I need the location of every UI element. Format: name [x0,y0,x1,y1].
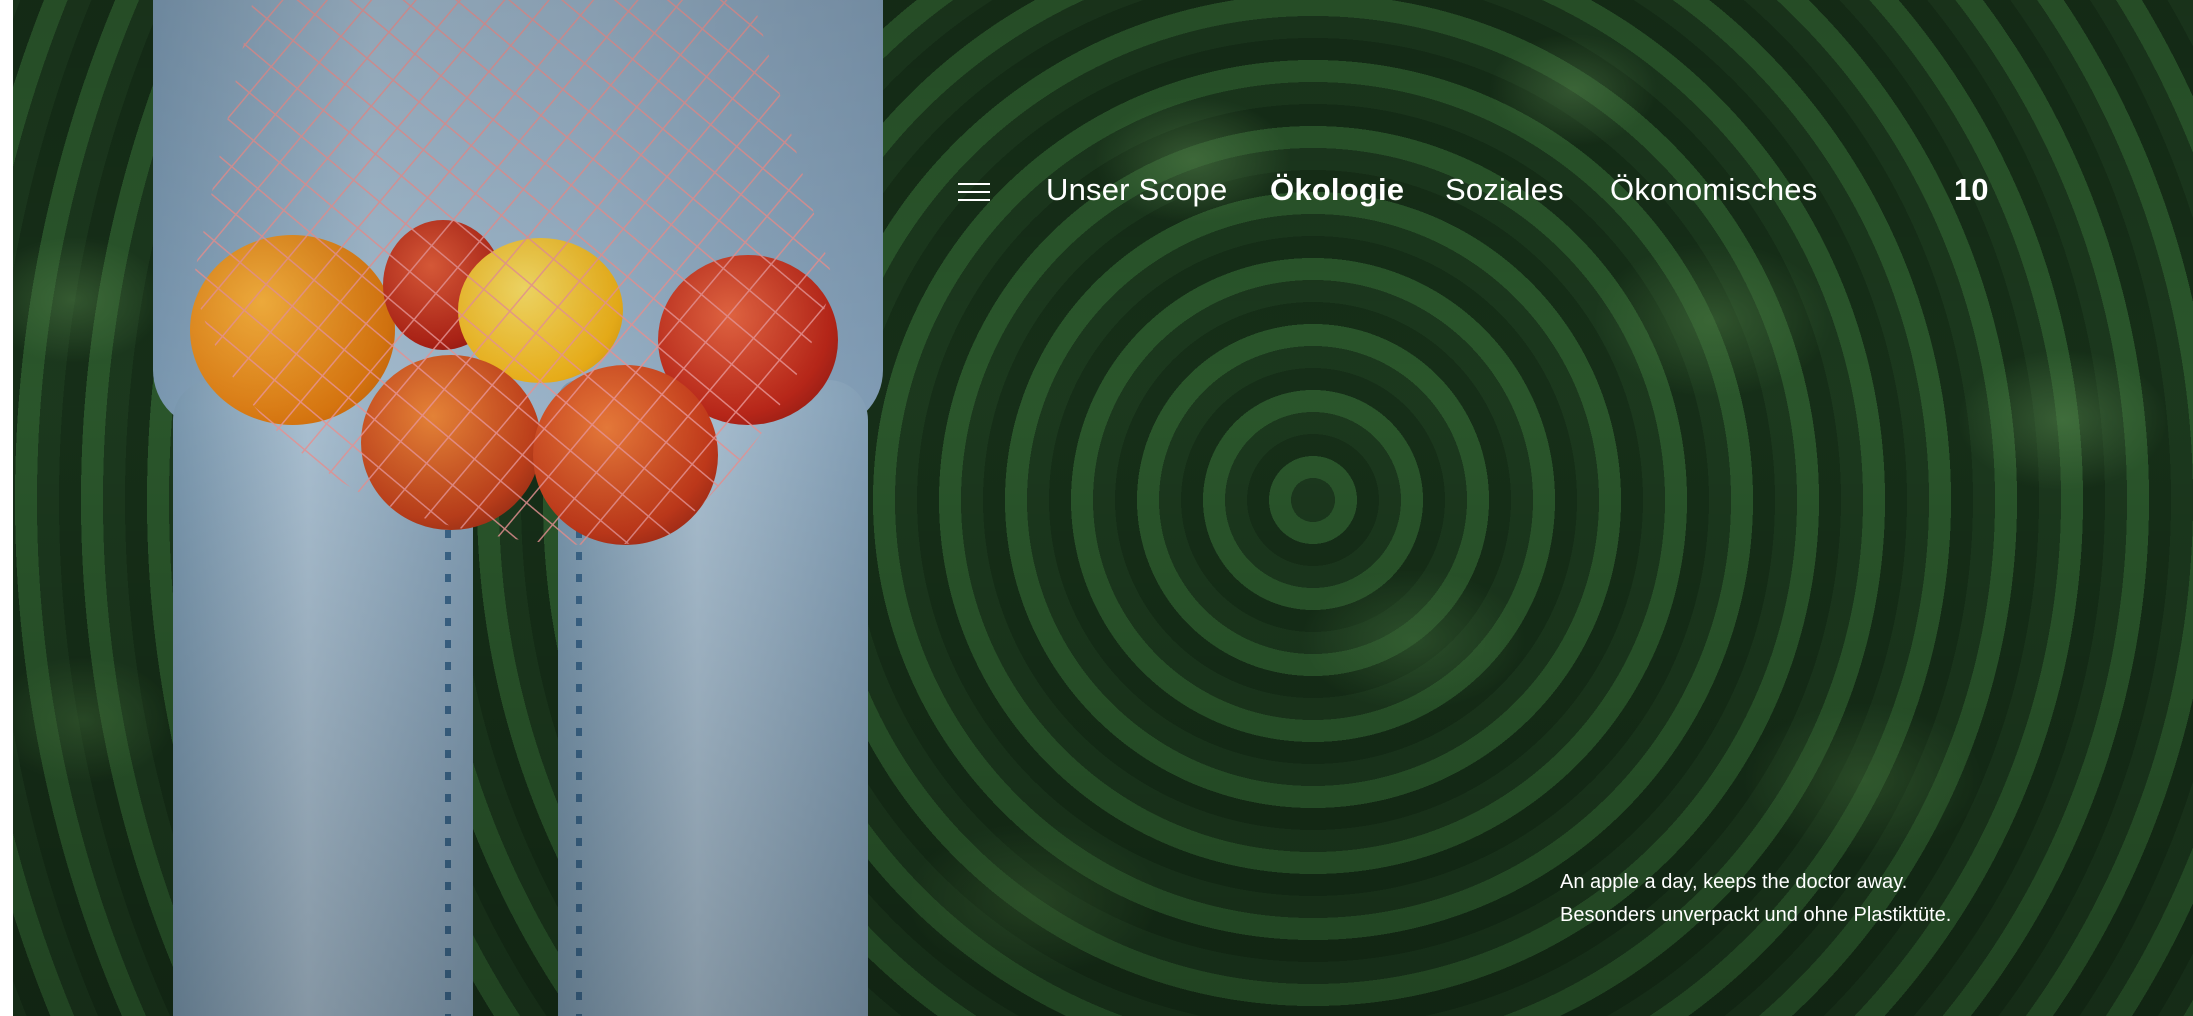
nav-item-oekonomisches[interactable]: Ökonomisches [1610,172,1817,208]
caption-line-2: Besonders unverpackt und ohne Plastiktüt… [1560,904,1952,926]
hero-background-photo [13,0,2193,1016]
hamburger-menu-icon[interactable] [958,179,992,205]
nav-item-oekologie[interactable]: Ökologie [1270,172,1404,208]
caption-line-1: An apple a day, keeps the doctor away. [1560,871,1908,893]
main-navigation: Unser Scope Ökologie Soziales Ökonomisch… [0,170,2193,214]
image-caption: An apple a day, keeps the doctor away. B… [1560,866,1951,932]
nav-item-soziales[interactable]: Soziales [1445,172,1564,208]
nav-item-unser-scope[interactable]: Unser Scope [1046,172,1227,208]
net-bag [193,0,833,545]
page-number: 10 [1954,172,1989,207]
